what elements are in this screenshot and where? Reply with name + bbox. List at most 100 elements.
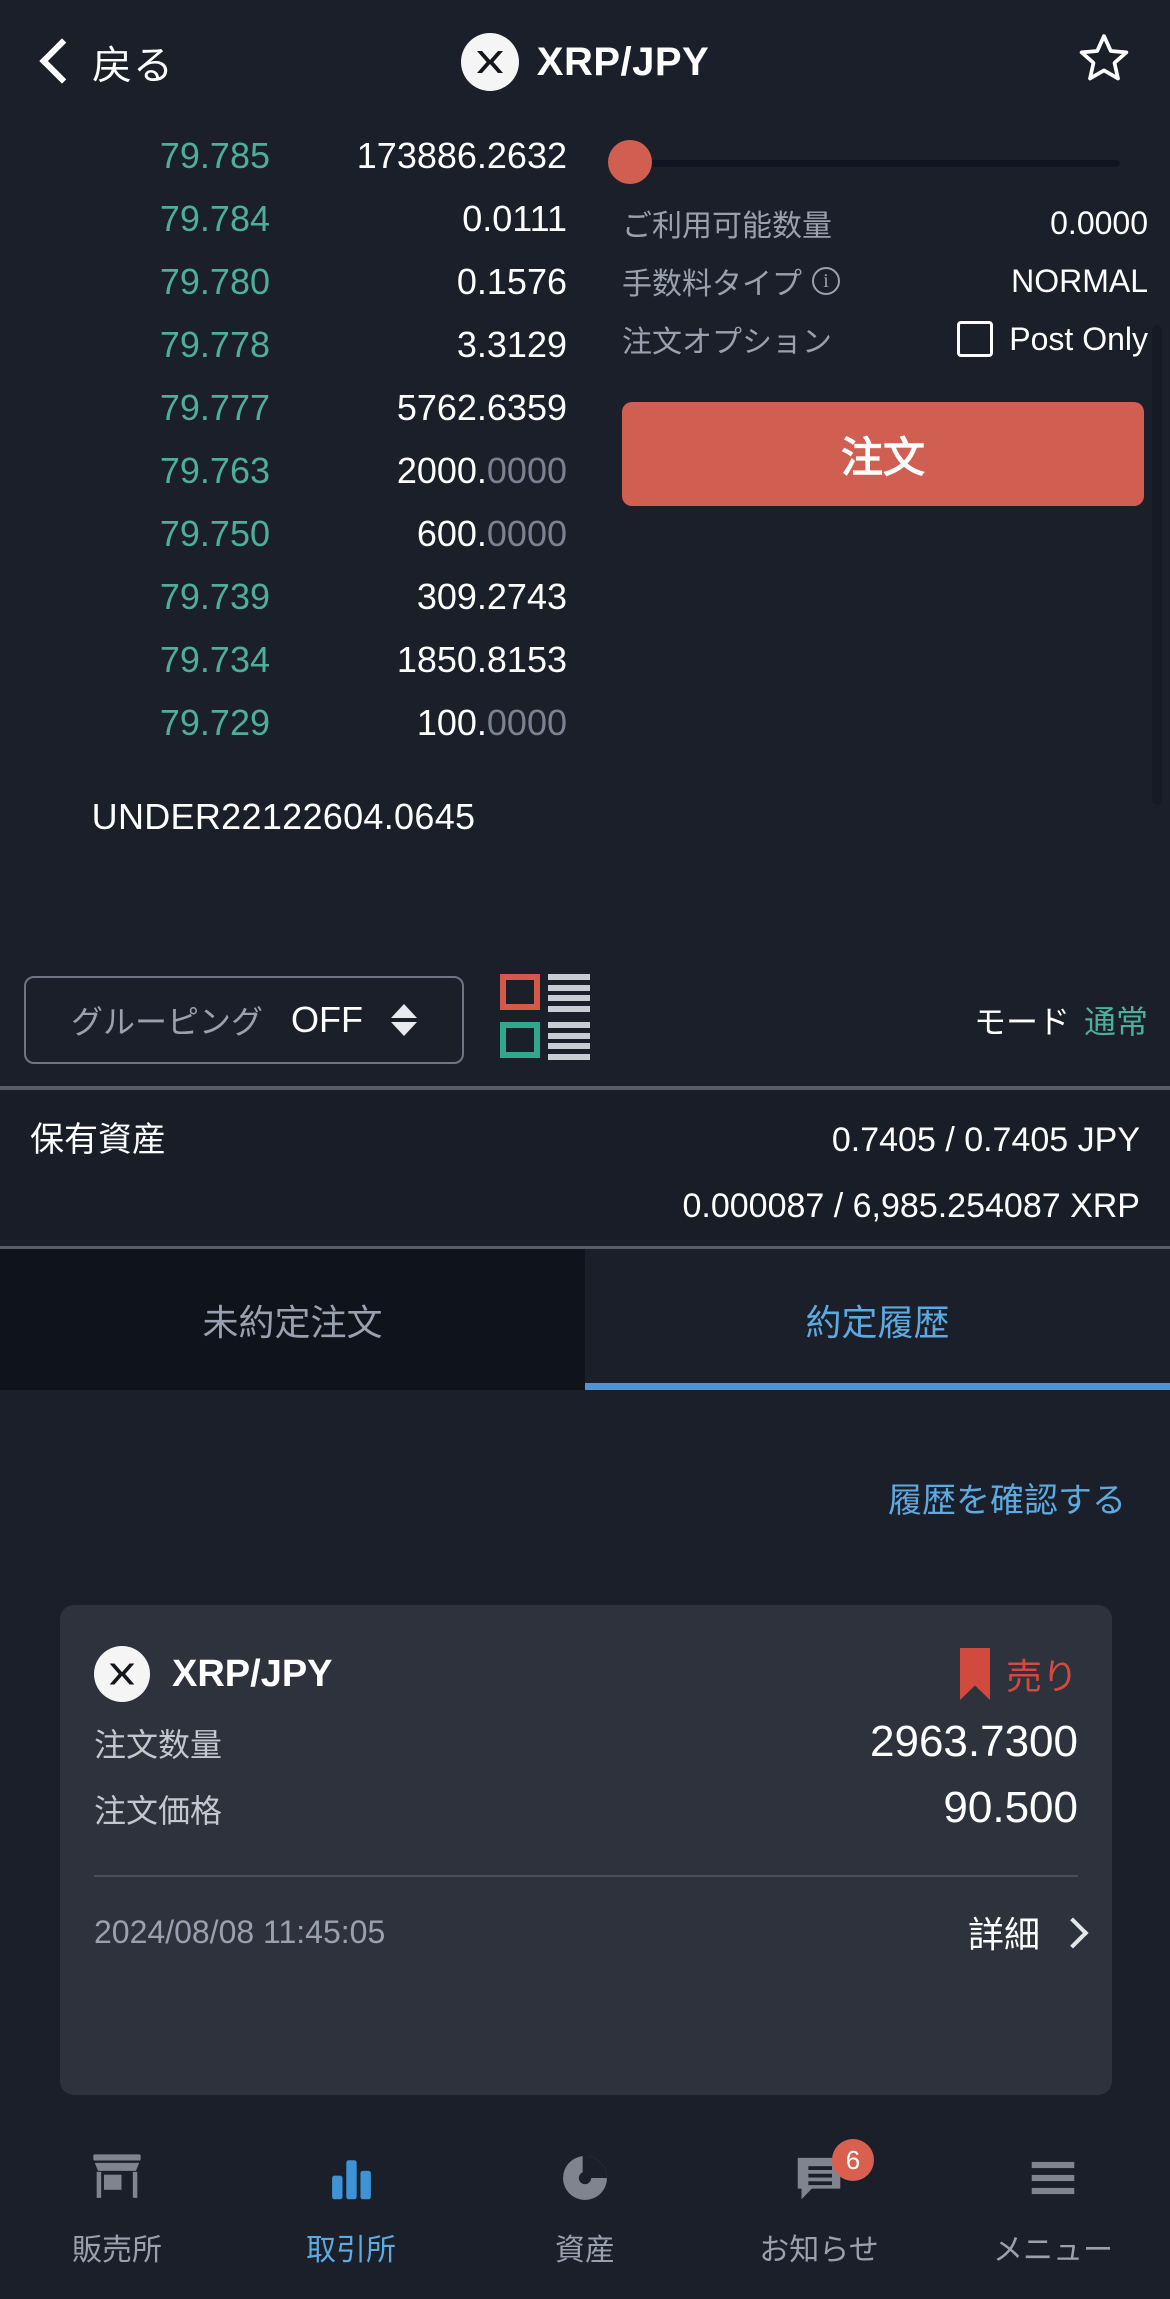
slider-thumb[interactable] [608,140,652,184]
layout-sell-square [500,974,540,1010]
submit-order-button[interactable]: 注文 [622,402,1144,506]
nav-label-menu: メニュー [993,2234,1113,2267]
vertical-scrollbar[interactable] [1152,325,1162,805]
order-book-row[interactable]: 79.777 5762.6359 [0,376,585,439]
bookmark-icon [960,1648,990,1700]
order-book-amount: 3.3129 [456,323,567,365]
holdings-jpy-value: 0.7405 / 0.7405 JPY [831,1121,1140,1159]
order-book-price: 79.729 [159,701,270,743]
trade-detail-label: 詳細 [967,1914,1040,1955]
order-book-price: 79.734 [159,638,270,680]
order-book-amount: 173886.2632 [356,134,567,176]
order-book-amount: 100.0000 [416,701,567,743]
trade-price-label: 注文価格 [94,1793,223,1829]
order-book-price: 79.780 [159,260,270,302]
trade-detail-button[interactable]: 詳細 [968,1906,1078,1958]
order-book-amount: 1850.8153 [396,638,567,680]
order-book-amount-trailing: 0000 [486,512,567,554]
info-icon[interactable]: i [812,267,840,295]
slider-track[interactable] [648,160,1120,167]
order-book-row[interactable]: 79.750 600.0000 [0,502,585,565]
order-book: 79.785 173886.2632 79.784 0.0111 79.780 0.157… [0,124,585,924]
order-book-price: 79.763 [159,449,270,491]
trade-price-value: 90.500 [943,1783,1078,1832]
nav-item-menu[interactable]: メニュー [936,2147,1170,2269]
order-book-row[interactable]: 79.785 173886.2632 [0,124,585,187]
order-book-amount: 600.0000 [416,512,567,554]
up-down-arrows-icon[interactable] [391,1004,417,1036]
available-amount-value: 0.0000 [1050,204,1148,241]
holdings-xrp-row: 0.000087 / 6,985.254087 XRP [30,1187,1141,1226]
nav-label-exchange: 取引所 [306,2234,396,2267]
order-book-price: 79.739 [159,575,270,617]
tab-trade-history[interactable]: 約定履歴 [585,1249,1170,1390]
order-book-amount: 0.1576 [456,260,567,302]
available-amount-label: ご利用可能数量 [622,210,832,243]
bottom-navigation: 販売所 取引所 資産 6 お知らせ メニュー [0,2133,1170,2299]
xrp-logo-icon [460,33,519,91]
pie-chart-icon [556,2147,614,2209]
trade-side: 売り [960,1648,1078,1700]
order-entry-panel: ご利用可能数量 0.0000 手数料タイプ i NORMAL 注文オプション P… [600,124,1170,506]
mode-value: 通常 [1083,1004,1148,1040]
check-history-link[interactable]: 履歴を確認する [888,1473,1126,1522]
order-option-row: 注文オプション Post Only [600,310,1170,368]
grouping-toolbar: グルーピング OFF モード 通常 [0,960,1170,1080]
order-book-row[interactable]: 79.784 0.0111 [0,187,585,250]
nav-item-assets[interactable]: 資産 [468,2147,702,2269]
post-only-checkbox[interactable] [957,321,994,357]
trade-amount-label: 注文数量 [94,1727,223,1763]
header-pair: XRP/JPY [0,0,1170,124]
chevron-left-icon [40,36,70,88]
bar-chart-icon [322,2147,380,2209]
order-book-row[interactable]: 79.729 100.0000 [0,691,585,754]
order-book-amount: 309.2743 [416,575,567,617]
order-book-amount: 0.0111 [462,197,567,239]
available-amount-row: ご利用可能数量 0.0000 [600,194,1170,252]
trade-amount-row: 注文数量 2963.7300 [94,1717,1078,1783]
post-only-label: Post Only [1009,320,1148,357]
order-option-label: 注文オプション [622,326,832,359]
order-book-row[interactable]: 79.763 2000.0000 [0,439,585,502]
order-book-row[interactable]: 79.780 0.1576 [0,250,585,313]
favorite-star-icon[interactable] [1076,30,1132,91]
layout-buy-square [500,1022,540,1058]
order-book-amount-trailing: 0000 [486,701,567,743]
order-book-row[interactable]: 79.778 3.3129 [0,313,585,376]
nav-item-exchange[interactable]: 取引所 [234,2147,468,2269]
nav-label-sales-office: 販売所 [72,2234,162,2267]
holdings-jpy-row: 保有資産 0.7405 / 0.7405 JPY [30,1112,1140,1161]
trade-timestamp: 2024/08/08 11:45:05 [94,1913,386,1950]
nav-label-notifications: お知らせ [759,2234,879,2267]
order-book-row[interactable]: 79.734 1850.8153 [0,628,585,691]
back-button-label: 戻る [92,44,174,88]
order-book-rows: 79.785 173886.2632 79.784 0.0111 79.780 0.157… [0,124,585,754]
nav-item-sales-office[interactable]: 販売所 [0,2147,234,2269]
orderbook-layout-icon[interactable] [500,974,592,1066]
grouping-value: OFF [291,999,363,1040]
order-book-price: 79.750 [159,512,270,554]
order-book-row[interactable]: 79.739 309.2743 [0,565,585,628]
fee-type-value: NORMAL [1011,262,1148,299]
post-only-toggle[interactable]: Post Only [957,321,1148,358]
order-tabs: 未約定注文 約定履歴 [0,1246,1170,1390]
holdings-section: 保有資産 0.7405 / 0.7405 JPY 0.000087 / 6,98… [0,1090,1170,1240]
amount-slider[interactable] [600,132,1170,194]
grouping-select[interactable]: グルーピング OFF [24,976,464,1064]
trade-history-card[interactable]: XRP/JPY 売り 注文数量 2963.7300 注文価格 90.500 20… [60,1605,1112,2095]
tab-open-orders[interactable]: 未約定注文 [0,1249,585,1390]
order-book-amount: 5762.6359 [396,386,567,428]
fee-type-label: 手数料タイプ [622,268,802,301]
page-title: XRP/JPY [536,39,710,84]
under-value: 22122604.0645 [221,796,476,837]
mode-label: モード [973,1004,1070,1040]
order-book-price: 79.785 [159,134,270,176]
trading-screen: 戻る XRP/JPY 79.785 173886.2632 79.784 0.0111… [0,0,1170,2299]
app-header: 戻る XRP/JPY [0,0,1170,124]
nav-item-notifications[interactable]: 6 お知らせ [702,2139,936,2269]
back-button[interactable]: 戻る [40,33,174,91]
order-book-price: 79.784 [159,197,270,239]
grouping-label: グルーピング [71,1004,264,1040]
mode-selector[interactable]: モード 通常 [974,997,1148,1043]
order-book-amount-trailing: 0000 [486,449,567,491]
